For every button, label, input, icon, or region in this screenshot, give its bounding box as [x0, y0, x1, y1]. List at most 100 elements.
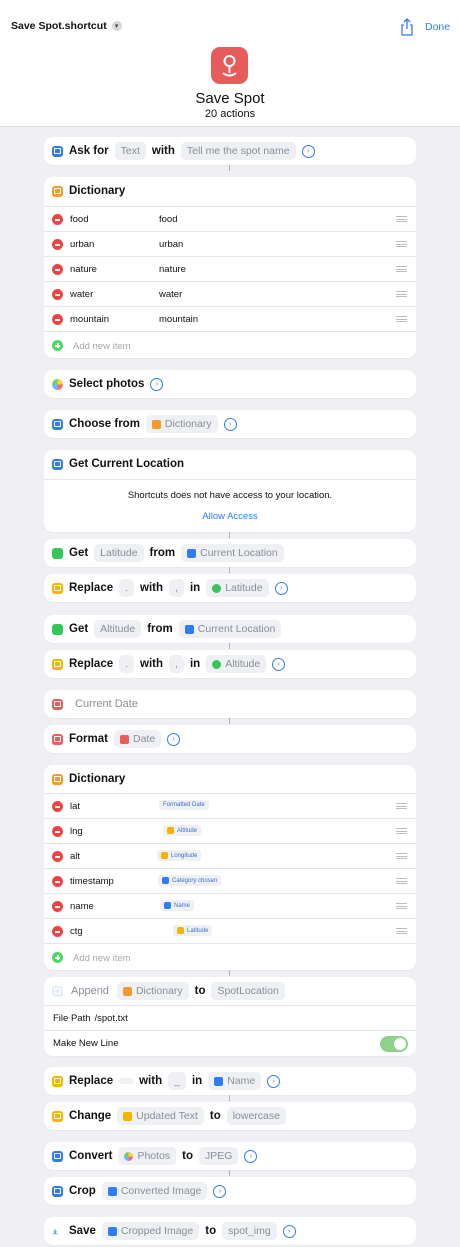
action-dictionary-1[interactable]: Dictionary food food urban urban nature …	[44, 177, 416, 358]
file-path-value[interactable]: /spot.txt	[95, 1013, 128, 1024]
remove-icon[interactable]	[52, 214, 63, 225]
chevron-right-icon[interactable]: ›	[223, 417, 237, 431]
dictionary-row[interactable]: name Name	[44, 893, 416, 918]
dictionary-value-token[interactable]: Latitude	[173, 925, 213, 936]
replace-find-token[interactable]: .	[119, 655, 135, 673]
remove-icon[interactable]	[52, 801, 63, 812]
dictionary-key[interactable]: lng	[70, 826, 83, 837]
chevron-right-icon[interactable]: ›	[267, 1074, 281, 1088]
shortcut-title-menu[interactable]: Save Spot.shortcut ▾	[11, 20, 122, 32]
allow-access-button[interactable]: Allow Access	[44, 511, 416, 522]
dictionary-value-token[interactable]: Formatted Date	[159, 800, 209, 810]
dictionary-value-token[interactable]: Altitude	[163, 825, 202, 836]
action-convert[interactable]: Convert Photos to JPEG ›	[44, 1142, 416, 1170]
append-target-token[interactable]: SpotLocation	[211, 982, 285, 1000]
change-source-token[interactable]: Updated Text	[117, 1107, 204, 1125]
chevron-right-icon[interactable]: ›	[301, 144, 315, 158]
replace-target-token[interactable]: Altitude	[206, 655, 267, 673]
action-get-altitude[interactable]: Get Altitude from Current Location	[44, 615, 416, 643]
drag-handle-icon[interactable]	[396, 928, 407, 934]
drag-handle-icon[interactable]	[396, 216, 407, 222]
ask-type-token[interactable]: Text	[114, 142, 146, 160]
action-get-current-location[interactable]: Get Current Location Shortcuts does not …	[44, 450, 416, 532]
crop-target-token[interactable]: Converted Image	[101, 1182, 208, 1200]
drag-handle-icon[interactable]	[396, 266, 407, 272]
dictionary-row[interactable]: lat Formatted Date	[44, 793, 416, 818]
drag-handle-icon[interactable]	[396, 241, 407, 247]
chevron-down-icon[interactable]: ▾	[111, 21, 122, 31]
dictionary-row[interactable]: water water	[44, 281, 416, 306]
dictionary-key[interactable]: name	[70, 901, 94, 912]
drag-handle-icon[interactable]	[396, 291, 407, 297]
done-button[interactable]: Done	[425, 21, 450, 33]
replace-with-token[interactable]: _	[168, 1072, 186, 1090]
drag-handle-icon[interactable]	[396, 853, 407, 859]
dictionary-value[interactable]: food	[159, 214, 178, 225]
dictionary-value-token[interactable]: Longitude	[157, 850, 202, 861]
action-ask-for[interactable]: Ask for Text with Tell me the spot name …	[44, 137, 416, 165]
add-item-row[interactable]: Add new item	[44, 331, 416, 358]
replace-target-token[interactable]: Latitude	[206, 579, 269, 597]
drag-handle-icon[interactable]	[396, 828, 407, 834]
save-source-token[interactable]: Cropped Image	[101, 1222, 200, 1240]
dictionary-key[interactable]: water	[70, 289, 93, 300]
shortcut-icon[interactable]	[211, 47, 248, 84]
convert-target-token[interactable]: JPEG	[199, 1147, 239, 1165]
remove-icon[interactable]	[52, 851, 63, 862]
remove-icon[interactable]	[52, 926, 63, 937]
dictionary-value[interactable]: water	[159, 289, 182, 300]
dictionary-key[interactable]: lat	[70, 801, 80, 812]
get-what-token[interactable]: Latitude	[94, 544, 144, 562]
add-item-row[interactable]: Add new item	[44, 943, 416, 970]
new-line-toggle[interactable]	[380, 1036, 408, 1052]
dictionary-row[interactable]: ctg Latitude	[44, 918, 416, 943]
replace-find-token[interactable]	[119, 1078, 134, 1084]
dictionary-key[interactable]: food	[70, 214, 89, 225]
remove-icon[interactable]	[52, 876, 63, 887]
dictionary-row[interactable]: timestamp Category chosen	[44, 868, 416, 893]
chevron-right-icon[interactable]: ›	[282, 1224, 296, 1238]
convert-source-token[interactable]: Photos	[118, 1147, 177, 1165]
dictionary-key[interactable]: mountain	[70, 314, 109, 325]
add-icon[interactable]	[52, 952, 63, 963]
current-date-token[interactable]: Current Date	[69, 695, 144, 713]
remove-icon[interactable]	[52, 826, 63, 837]
file-path-row[interactable]: File Path /spot.txt	[44, 1005, 416, 1030]
dictionary-row[interactable]: lng Altitude	[44, 818, 416, 843]
dictionary-key[interactable]: alt	[70, 851, 80, 862]
ask-prompt-token[interactable]: Tell me the spot name	[180, 142, 296, 160]
add-icon[interactable]	[52, 340, 63, 351]
action-get-latitude[interactable]: Get Latitude from Current Location	[44, 539, 416, 567]
dictionary-key[interactable]: ctg	[70, 926, 83, 937]
action-replace-altitude[interactable]: Replace . with , in Altitude ›	[44, 650, 416, 678]
dictionary-value-token[interactable]: Name	[160, 900, 195, 911]
action-format-date[interactable]: Format Date ›	[44, 725, 416, 753]
chevron-right-icon[interactable]: ›	[213, 1184, 227, 1198]
share-icon[interactable]	[400, 18, 414, 36]
action-change-case[interactable]: Change Updated Text to lowercase	[44, 1102, 416, 1130]
chevron-right-icon[interactable]: ›	[272, 657, 286, 671]
dictionary-key[interactable]: nature	[70, 264, 97, 275]
replace-with-token[interactable]: ,	[169, 579, 184, 597]
chevron-right-icon[interactable]: ›	[274, 581, 288, 595]
dictionary-row[interactable]: alt Longitude	[44, 843, 416, 868]
action-append[interactable]: Append Dictionary to SpotLocation File P…	[44, 977, 416, 1056]
action-select-photos[interactable]: Select photos ›	[44, 370, 416, 398]
action-dictionary-2[interactable]: Dictionary lat Formatted Date lng Altitu…	[44, 765, 416, 970]
remove-icon[interactable]	[52, 901, 63, 912]
dictionary-row[interactable]: food food	[44, 206, 416, 231]
dictionary-row[interactable]: nature nature	[44, 256, 416, 281]
dictionary-value[interactable]: urban	[159, 239, 183, 250]
action-choose-from[interactable]: Choose from Dictionary ›	[44, 410, 416, 438]
action-replace-name[interactable]: Replace with _ in Name ›	[44, 1067, 416, 1095]
remove-icon[interactable]	[52, 314, 63, 325]
action-save[interactable]: Save Cropped Image to spot_img ›	[44, 1217, 416, 1245]
replace-find-token[interactable]: .	[119, 579, 135, 597]
drag-handle-icon[interactable]	[396, 803, 407, 809]
drag-handle-icon[interactable]	[396, 903, 407, 909]
action-crop[interactable]: Crop Converted Image ›	[44, 1177, 416, 1205]
dictionary-value-token[interactable]: Category chosen	[158, 875, 222, 886]
chevron-right-icon[interactable]: ›	[150, 377, 164, 391]
get-what-token[interactable]: Altitude	[94, 620, 142, 638]
remove-icon[interactable]	[52, 289, 63, 300]
